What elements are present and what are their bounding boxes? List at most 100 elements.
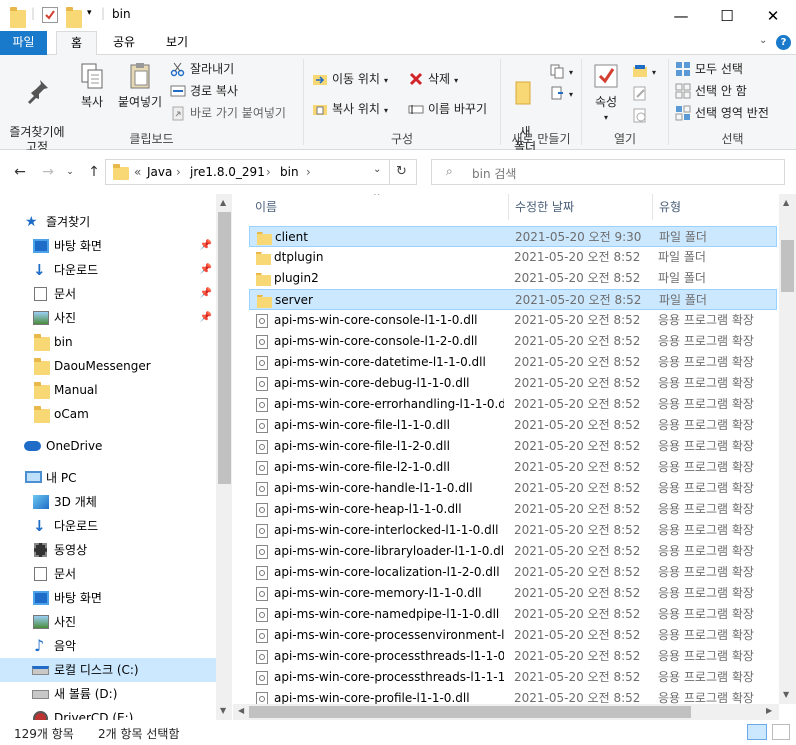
table-row[interactable]: api-ms-win-core-localization-l1-2-0.dll 2… (249, 562, 777, 583)
table-row[interactable]: api-ms-win-core-memory-l1-1-0.dll 2021-05… (249, 583, 777, 604)
address-dropdown-icon[interactable]: ⌄ (373, 164, 381, 175)
table-row[interactable]: api-ms-win-core-namedpipe-l1-1-0.dll 2021… (249, 604, 777, 625)
scroll-down-icon[interactable]: ▼ (783, 690, 789, 699)
breadcrumb-separator-icon[interactable]: › (266, 165, 271, 179)
nav-desktop-pinned[interactable]: 바탕 화면 📌 (0, 234, 216, 258)
scroll-up-icon[interactable]: ▲ (783, 198, 789, 207)
maximize-button[interactable]: ☐ (704, 0, 750, 31)
table-row[interactable]: api-ms-win-core-file-l1-2-0.dll 2021-05-2… (249, 436, 777, 457)
table-row[interactable]: api-ms-win-core-datetime-l1-1-0.dll 2021-… (249, 352, 777, 373)
rename-button[interactable]: 이름 바꾸기 (408, 99, 487, 119)
search-input[interactable]: bin 검색 (472, 165, 516, 182)
paste-shortcut-button[interactable]: 바로 가기 붙여넣기 (170, 103, 286, 123)
nav-local-disk-c[interactable]: 로컬 디스크 (C:) (0, 658, 216, 682)
open-button[interactable]: ▾ (632, 61, 656, 81)
table-row[interactable]: api-ms-win-core-heap-l1-1-0.dll 2021-05-2… (249, 499, 777, 520)
table-row[interactable]: api-ms-win-core-file-l2-1-0.dll 2021-05-2… (249, 457, 777, 478)
table-row[interactable]: plugin2 2021-05-20 오전 8:52 파일 폴더 (249, 268, 777, 289)
nav-music[interactable]: ♪ 음악 (0, 634, 216, 658)
new-item-button[interactable]: ▾ (549, 61, 573, 81)
breadcrumb-jre[interactable]: jre1.8.0_291 (190, 165, 265, 179)
qa-customize-icon[interactable]: ▾ (87, 8, 92, 26)
column-modified[interactable]: 수정한 날짜 (509, 194, 653, 220)
table-row[interactable]: api-ms-win-core-processenvironment-l1...… (249, 625, 777, 646)
pin-icon[interactable]: 📌 (200, 234, 212, 258)
minimize-button[interactable]: — (658, 0, 704, 31)
table-row[interactable]: api-ms-win-core-processthreads-l1-1-0...… (249, 646, 777, 667)
table-row[interactable]: api-ms-win-core-console-l1-2-0.dll 2021-0… (249, 331, 777, 352)
history-button[interactable] (632, 105, 652, 125)
scroll-left-icon[interactable]: ◀ (238, 706, 244, 715)
back-arrow-icon[interactable]: ← (10, 162, 30, 182)
nav-pictures-pinned[interactable]: 사진 📌 (0, 306, 216, 330)
properties-button[interactable]: 속성 ▾ (588, 61, 624, 125)
table-row[interactable]: api-ms-win-core-debug-l1-1-0.dll 2021-05-… (249, 373, 777, 394)
nav-volume-d[interactable]: 새 볼륨 (D:) (0, 682, 216, 706)
large-icons-view-icon[interactable] (772, 724, 790, 740)
scroll-up-icon[interactable]: ▲ (220, 198, 226, 207)
scroll-thumb[interactable] (781, 240, 794, 292)
forward-arrow-icon[interactable]: → (38, 162, 58, 182)
table-row[interactable]: api-ms-win-core-file-l1-1-0.dll 2021-05-2… (249, 415, 777, 436)
table-row[interactable]: api-ms-win-core-interlocked-l1-1-0.dll 20… (249, 520, 777, 541)
tab-share[interactable]: 공유 (102, 31, 146, 55)
copy-button[interactable]: 복사 (74, 61, 110, 110)
tab-view[interactable]: 보기 (152, 31, 202, 55)
close-button[interactable]: ✕ (750, 0, 796, 31)
nav-downloads[interactable]: ↓ 다운로드 (0, 514, 216, 538)
scroll-thumb[interactable] (249, 706, 691, 718)
nav-folder-daoumessenger[interactable]: DaouMessenger (0, 354, 216, 378)
list-vertical-scrollbar[interactable]: ▲ ▼ (779, 194, 796, 704)
delete-button[interactable]: 삭제 ▾ (408, 69, 458, 89)
nav-folder-manual[interactable]: Manual (0, 378, 216, 402)
table-row[interactable]: server 2021-05-20 오전 8:52 파일 폴더 (249, 289, 777, 310)
scroll-thumb[interactable] (218, 212, 231, 484)
nav-downloads-pinned[interactable]: ↓ 다운로드 📌 (0, 258, 216, 282)
scroll-down-icon[interactable]: ▼ (220, 706, 226, 715)
properties-qa-icon[interactable] (42, 7, 58, 23)
breadcrumb-overflow[interactable]: « (134, 165, 141, 179)
nav-onedrive[interactable]: OneDrive (0, 434, 216, 458)
nav-documents-pinned[interactable]: 문서 📌 (0, 282, 216, 306)
pin-icon[interactable]: 📌 (200, 282, 212, 306)
nav-drivercd-e[interactable]: DriverCD (E:) (0, 706, 216, 720)
breadcrumb-bin[interactable]: bin (280, 165, 299, 179)
cut-button[interactable]: 잘라내기 (170, 59, 234, 79)
invert-selection-button[interactable]: 선택 영역 반전 (675, 103, 769, 123)
help-icon[interactable]: ? (776, 35, 791, 50)
breadcrumb-java[interactable]: Java (147, 165, 172, 179)
copy-path-button[interactable]: 경로 복사 (170, 81, 238, 101)
move-to-button[interactable]: 이동 위치 ▾ (312, 69, 388, 89)
nav-documents[interactable]: 문서 (0, 562, 216, 586)
table-row[interactable]: dtplugin 2021-05-20 오전 8:52 파일 폴더 (249, 247, 777, 268)
up-arrow-icon[interactable]: ↑ (84, 162, 104, 182)
tab-home[interactable]: 홈 (56, 31, 97, 56)
table-row[interactable]: api-ms-win-core-console-l1-1-0.dll 2021-0… (249, 310, 777, 331)
column-type[interactable]: 유형 (653, 194, 773, 220)
nav-folder-ocam[interactable]: oCam (0, 402, 216, 426)
navpane-scrollbar[interactable]: ▲ ▼ (216, 194, 232, 720)
refresh-icon[interactable]: ↻ (396, 164, 407, 179)
nav-videos[interactable]: 동영상 (0, 538, 216, 562)
breadcrumb-separator-icon[interactable]: › (176, 165, 181, 179)
pin-icon[interactable]: 📌 (200, 306, 212, 330)
table-row[interactable]: api-ms-win-core-libraryloader-l1-1-0.dll… (249, 541, 777, 562)
paste-button[interactable]: 붙여넣기 (114, 61, 166, 110)
table-row[interactable]: api-ms-win-core-errorhandling-l1-1-0.dll… (249, 394, 777, 415)
ribbon-collapse-icon[interactable]: ⌄ (759, 35, 767, 46)
table-row[interactable]: api-ms-win-core-processthreads-l1-1-1...… (249, 667, 777, 688)
nav-quick-access[interactable]: ★ 즐겨찾기 (0, 210, 216, 234)
easy-access-button[interactable]: ▾ (549, 83, 573, 103)
select-none-button[interactable]: 선택 안 함 (675, 81, 747, 101)
nav-pictures[interactable]: 사진 (0, 610, 216, 634)
breadcrumb-separator-icon[interactable]: › (306, 165, 311, 179)
table-row[interactable]: client 2021-05-20 오전 9:30 파일 폴더 (249, 226, 777, 247)
nav-this-pc[interactable]: 내 PC (0, 466, 216, 490)
scroll-right-icon[interactable]: ▶ (766, 706, 772, 715)
recent-locations-icon[interactable]: ⌄ (60, 162, 80, 182)
list-horizontal-scrollbar[interactable]: ◀ ▶ (233, 704, 779, 720)
new-folder-qa-icon[interactable] (66, 7, 82, 28)
copy-to-button[interactable]: 복사 위치 ▾ (312, 99, 388, 119)
nav-desktop[interactable]: 바탕 화면 (0, 586, 216, 610)
pin-icon[interactable]: 📌 (200, 258, 212, 282)
